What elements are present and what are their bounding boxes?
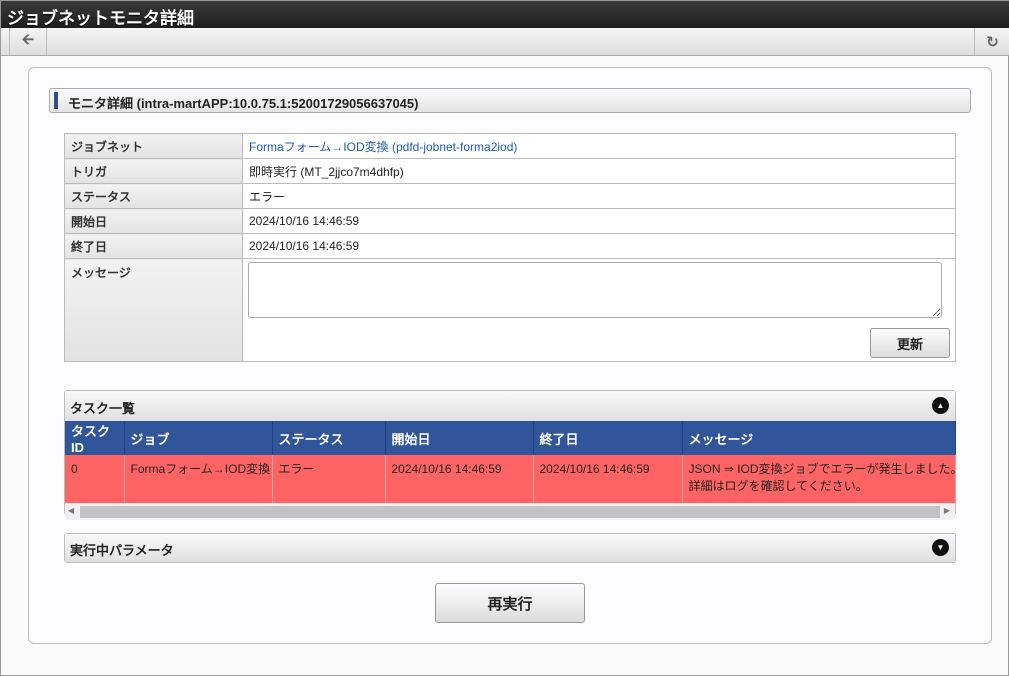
- task-message-line: JSON ⇒ IOD変換ジョブでエラーが発生しました。: [688, 462, 956, 476]
- end-label: 終了日: [64, 233, 243, 259]
- trigger-value: 即時実行 (MT_2jjco7m4dhfp): [242, 158, 956, 184]
- trigger-label: トリガ: [64, 158, 243, 184]
- task-start: 2024/10/16 14:46:59: [385, 455, 534, 503]
- start-value: 2024/10/16 14:46:59: [242, 208, 956, 234]
- message-textarea[interactable]: [248, 262, 942, 318]
- column-header[interactable]: メッセージ: [682, 421, 956, 455]
- update-button[interactable]: 更新: [870, 328, 950, 358]
- window-title: ジョブネットモニタ詳細: [1, 1, 1009, 28]
- table-row[interactable]: 0 Formaフォーム→IOD変換 エラー 2024/10/16 14:46:5…: [65, 455, 956, 503]
- section-title: モニタ詳細 (intra-martAPP:10.0.75.1:520017290…: [49, 88, 971, 113]
- status-value: エラー: [242, 183, 956, 209]
- expand-down-icon[interactable]: ▼: [932, 539, 949, 556]
- task-message: JSON ⇒ IOD変換ジョブでエラーが発生しました。 詳細はログを確認してくださ…: [682, 455, 956, 503]
- end-value: 2024/10/16 14:46:59: [242, 233, 956, 259]
- scroll-left-icon[interactable]: ◀: [68, 506, 74, 515]
- rerun-button[interactable]: 再実行: [435, 583, 585, 623]
- task-id: 0: [65, 455, 125, 503]
- scroll-right-icon[interactable]: ▶: [944, 506, 950, 515]
- column-header[interactable]: 開始日: [385, 421, 534, 455]
- jobnet-link[interactable]: Formaフォーム→IOD変換 (pdfd-jobnet-forma2iod): [249, 140, 517, 154]
- jobnet-label: ジョブネット: [64, 133, 243, 159]
- params-panel: 実行中パラメータ ▼: [64, 533, 956, 563]
- column-header[interactable]: ジョブ: [124, 421, 273, 455]
- toolbar: 🡨 ↻: [1, 28, 1009, 56]
- monitor-info-table: ジョブネット Formaフォーム→IOD変換 (pdfd-jobnet-forma…: [64, 133, 956, 362]
- params-title: 実行中パラメータ: [70, 543, 174, 558]
- task-list-title: タスク一覧: [70, 401, 136, 416]
- start-label: 開始日: [64, 208, 243, 234]
- task-status: エラー: [272, 455, 386, 503]
- back-arrow-icon[interactable]: 🡨: [9, 28, 47, 55]
- task-job: Formaフォーム→IOD変換: [124, 455, 273, 503]
- scroll-thumb[interactable]: [80, 506, 940, 518]
- task-table: タスクID ジョブ ステータス 開始日 終了日 メッセージ 0 Formaフォー…: [65, 421, 956, 503]
- column-header[interactable]: タスクID: [65, 421, 125, 455]
- status-label: ステータス: [64, 183, 243, 209]
- column-header[interactable]: 終了日: [533, 421, 683, 455]
- task-end: 2024/10/16 14:46:59: [533, 455, 683, 503]
- collapse-up-icon[interactable]: ▲: [932, 397, 949, 414]
- horizontal-scrollbar[interactable]: ◀ ▶: [65, 503, 955, 520]
- task-list-header[interactable]: タスク一覧 ▲: [65, 391, 955, 421]
- task-list-panel: タスク一覧 ▲ タスクID ジョブ ステータス 開始日 終了日 メッセージ 0 F…: [64, 390, 956, 520]
- column-header[interactable]: ステータス: [272, 421, 386, 455]
- params-header[interactable]: 実行中パラメータ ▼: [65, 534, 955, 562]
- task-message-line: 詳細はログを確認してください。: [688, 479, 868, 493]
- message-label: メッセージ: [64, 258, 243, 362]
- refresh-icon[interactable]: ↻: [974, 28, 1009, 55]
